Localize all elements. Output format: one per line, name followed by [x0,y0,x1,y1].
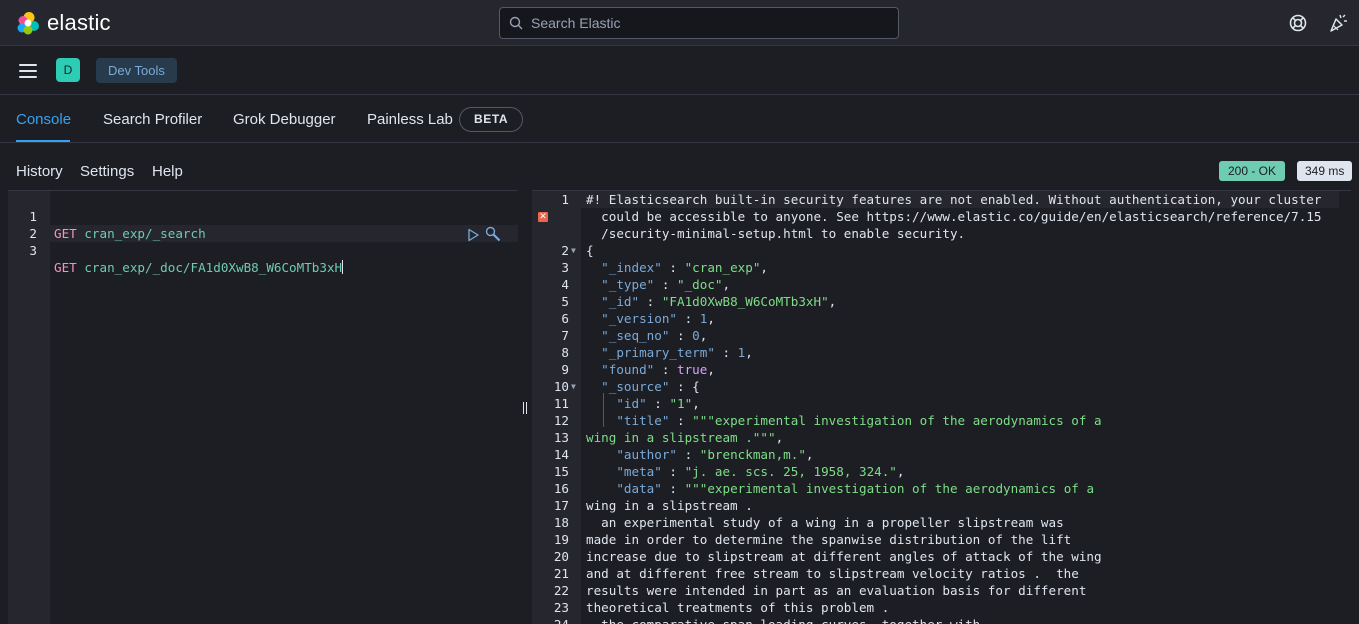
response-code: "author" : "brenckman,m.", [616,447,814,462]
line-number: 8 [561,345,569,360]
line-number: 16 [553,481,569,496]
settings-link[interactable]: Settings [80,163,134,180]
status-badge: 200 - OK [1219,161,1286,181]
breadcrumb[interactable]: Dev Tools [96,58,177,83]
search-icon [509,16,523,30]
line-number: 18 [553,515,569,530]
fold-arrow-icon[interactable]: ▼ [571,242,576,259]
line-number: 3 [561,260,569,275]
fold-arrow-icon[interactable]: ▼ [571,378,576,395]
request-editor[interactable]: 1 GET cran_exp/_search 2 3 GET cran_exp/… [8,190,518,624]
line-number: 5 [561,294,569,309]
line-number: 1 [561,192,569,207]
line-number: 17 [553,498,569,513]
response-code: "title" : """experimental investigation … [616,413,1102,428]
response-code: an experimental study of a wing in a pro… [586,515,1064,530]
response-code: increase due to slipstream at different … [586,549,1102,564]
error-marker-icon[interactable]: ✕ [538,212,548,222]
brand-name[interactable]: elastic [47,10,111,36]
search-placeholder: Search Elastic [531,15,621,31]
response-code: and at different free stream to slipstre… [586,566,1079,581]
line-number: 4 [561,277,569,292]
line-number: 10 [553,379,569,394]
response-code: "meta" : "j. ae. scs. 25, 1958, 324.", [616,464,905,479]
tab-painless-lab[interactable]: Painless Lab [367,111,453,128]
line-number: 12 [553,413,569,428]
line-number: 20 [553,549,569,564]
space-avatar[interactable]: D [56,58,80,82]
breadcrumb-bar: D Dev Tools [0,46,1359,95]
line-number: 19 [553,532,569,547]
line-number: 6 [561,311,569,326]
active-tab-indicator [16,140,70,142]
line-number: 21 [553,566,569,581]
indent-guide [603,393,604,427]
line-number: 9 [561,362,569,377]
response-code: could be accessible to anyone. See https… [586,209,1322,224]
top-header: elastic Search Elastic [0,0,1359,46]
response-code: the comparative span loading curves, tog… [586,616,980,624]
line-number: 13 [553,430,569,445]
text-cursor [342,260,344,274]
response-code: #! Elasticsearch built-in security featu… [586,192,1322,207]
tab-search-profiler[interactable]: Search Profiler [103,111,202,128]
request-time-badge: 349 ms [1297,161,1353,181]
http-method: GET [54,260,77,275]
response-code: "_id" : "FA1d0XwB8_W6CoMTb3xH", [601,294,837,309]
line-number: 11 [553,396,569,411]
resize-handle[interactable] [523,402,527,414]
response-code: "_index" : "cran_exp", [601,260,769,275]
line-number: 24 [532,616,569,624]
response-code: "data" : """experimental investigation o… [616,481,1095,496]
response-code: wing in a slipstream .""", [586,430,784,445]
elastic-logo-icon[interactable] [16,11,40,35]
wrench-icon[interactable] [485,226,501,242]
newsfeed-cheer-icon[interactable] [1328,13,1348,33]
request-line[interactable]: 2 [8,208,38,241]
line-number: 23 [553,600,569,615]
response-code: "_seq_no" : 0, [601,328,708,343]
response-code: /security-minimal-setup.html to enable s… [586,226,966,241]
response-code: results were intended in part as an eval… [586,583,1087,598]
hamburger-menu-icon[interactable] [19,64,37,78]
request-path: cran_exp/_search [84,226,206,241]
history-link[interactable]: History [16,163,63,180]
help-lifebuoy-icon[interactable] [1289,14,1307,32]
request-line[interactable]: 3 GET cran_exp/_doc/FA1d0XwB8_W6CoMTb3xH [8,225,344,275]
beta-badge: BETA [459,107,524,132]
line-number: 22 [553,583,569,598]
response-code: theoretical treatments of this problem . [586,600,890,615]
response-code: made in order to determine the spanwise … [586,532,1072,547]
line-number: 2 [561,243,569,258]
response-code: "_version" : 1, [601,311,715,326]
line-number: 7 [561,328,569,343]
request-line[interactable]: 1 GET cran_exp/_search [8,191,205,241]
response-editor[interactable]: ✕ 1 #! Elasticsearch built-in security fe… [532,190,1351,624]
response-code: wing in a slipstream . [586,498,753,513]
line-number: 15 [553,464,569,479]
line-number: 14 [553,447,569,462]
help-link[interactable]: Help [152,163,183,180]
tab-grok-debugger[interactable]: Grok Debugger [233,111,336,128]
response-code: "found" : true, [601,362,715,377]
response-code: "_type" : "_doc", [601,277,731,292]
play-icon[interactable] [466,228,480,242]
response-code: "_primary_term" : 1, [601,345,753,360]
request-path: cran_exp/_doc/FA1d0XwB8_W6CoMTb3xH [84,260,343,275]
global-search-input[interactable]: Search Elastic [499,7,899,39]
tab-console[interactable]: Console [16,111,71,128]
response-code: { [586,243,594,258]
dev-tools-tabs: Console Search Profiler Grok Debugger Pa… [0,95,1359,143]
http-method: GET [54,226,77,241]
